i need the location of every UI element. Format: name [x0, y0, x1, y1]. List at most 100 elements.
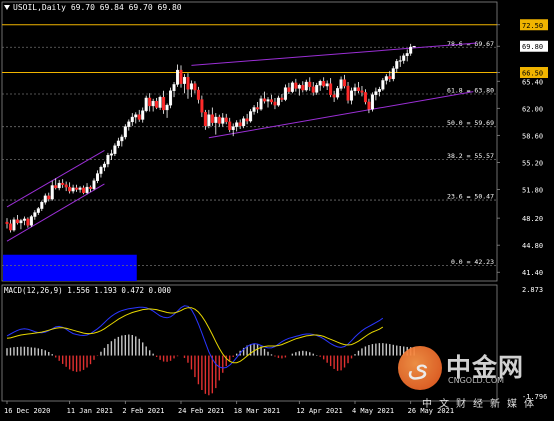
candle-body [412, 46, 416, 48]
candle-body [61, 182, 65, 185]
candle-body [106, 155, 110, 165]
candle-body [297, 85, 301, 89]
candle-body [346, 85, 350, 101]
candle-body [374, 91, 378, 95]
watermark: ی 中金网 CNGOLD.COM 中文财经新媒体 [398, 346, 548, 416]
candle-body [367, 101, 371, 110]
y-tick-label: 66.50 [522, 70, 543, 78]
x-tick-label: 24 Feb 2021 [178, 407, 224, 415]
candle-body [113, 145, 117, 154]
candle-body [322, 81, 326, 87]
x-tick-label: 2 Feb 2021 [122, 407, 164, 415]
candle-body [235, 122, 239, 127]
candle-body [193, 83, 197, 91]
candle-body [360, 90, 364, 93]
candle-body [363, 92, 367, 103]
y-tick-label: 48.20 [522, 215, 543, 223]
candle-body [155, 100, 159, 108]
candle-body [172, 84, 176, 92]
candle-body [339, 79, 343, 89]
candle-body [137, 114, 141, 120]
fib-level-label: 61.8 = 63.80 [447, 86, 494, 94]
chart-header: USOIL,Daily 69.70 69.84 69.70 69.80 [4, 3, 182, 12]
y-tick-label: 72.50 [522, 22, 543, 30]
candle-body [43, 195, 47, 203]
candle-body [318, 81, 322, 86]
candle-body [391, 68, 395, 80]
candle-body [353, 87, 357, 92]
candle-body [116, 140, 120, 146]
candle-body [343, 79, 347, 87]
candle-body [151, 100, 155, 107]
candle-body [162, 96, 166, 111]
candle-body [245, 118, 249, 122]
x-tick-label: 12 Apr 2021 [296, 407, 342, 415]
x-tick-label: 18 Mar 2021 [234, 407, 280, 415]
candle-body [325, 83, 329, 87]
fib-level-label: 38.2 = 55.57 [447, 152, 494, 160]
trendline [6, 183, 105, 242]
candle-body [356, 87, 360, 92]
candle-body [207, 114, 211, 127]
candle-body [75, 187, 79, 190]
candle-body [22, 218, 26, 221]
candle-body [148, 97, 152, 107]
candle-body [50, 185, 54, 200]
chart-window: { "chart_data": [ { "type": "candlestick… [0, 0, 554, 421]
candle-body [78, 187, 82, 190]
x-tick-label: 16 Dec 2020 [4, 407, 50, 415]
candle-body [179, 69, 183, 84]
candle-body [127, 121, 131, 127]
candle-body [329, 83, 333, 95]
candle-body [263, 98, 267, 102]
candle-body [301, 85, 305, 91]
candle-body [144, 97, 148, 111]
candle-body [29, 216, 33, 226]
fib-level-label: 0.0 = 42.23 [451, 258, 494, 266]
symbol-label: USOIL,Daily [13, 3, 66, 12]
candle-body [266, 99, 270, 102]
fib-level-label: 50.0 = 59.69 [447, 119, 494, 127]
candle-body [336, 88, 340, 98]
candle-body [134, 114, 138, 118]
brand-url: CNGOLD.COM [448, 376, 505, 385]
candle-body [276, 97, 280, 106]
candle-body [123, 126, 127, 138]
candle-body [221, 117, 225, 124]
candle-body [217, 116, 221, 124]
candle-body [395, 61, 399, 69]
candle-body [182, 77, 186, 84]
candle-body [169, 90, 173, 106]
candle-body [384, 76, 388, 81]
candle-body [311, 86, 315, 93]
candle-body [71, 187, 75, 192]
y-tick-label: 44.80 [522, 242, 543, 250]
candle-body [350, 90, 354, 101]
logo-icon: ی [398, 346, 442, 390]
candle-body [64, 184, 68, 188]
candle-body [370, 94, 374, 110]
candle-body [130, 116, 134, 123]
candle-body [287, 87, 291, 92]
candle-body [186, 77, 190, 90]
y-tick-label: 65.40 [522, 78, 543, 86]
candle-body [95, 173, 99, 181]
candle-body [259, 98, 263, 110]
candle-body [85, 186, 89, 193]
candle-body [269, 99, 273, 103]
candle-body [224, 117, 228, 123]
candle-body [256, 107, 260, 110]
candle-body [15, 219, 19, 224]
candle-body [332, 94, 336, 98]
ohlc-values: 69.70 69.84 69.70 69.80 [70, 3, 182, 12]
candle-body [200, 99, 204, 113]
candle-body [33, 212, 37, 217]
dropdown-icon[interactable] [4, 5, 10, 10]
candle-body [36, 208, 40, 213]
candle-body [99, 167, 103, 174]
candle-body [102, 163, 106, 168]
candle-body [294, 82, 298, 89]
candle-body [210, 114, 214, 123]
candle-body [196, 89, 200, 100]
candle-body [231, 126, 235, 130]
